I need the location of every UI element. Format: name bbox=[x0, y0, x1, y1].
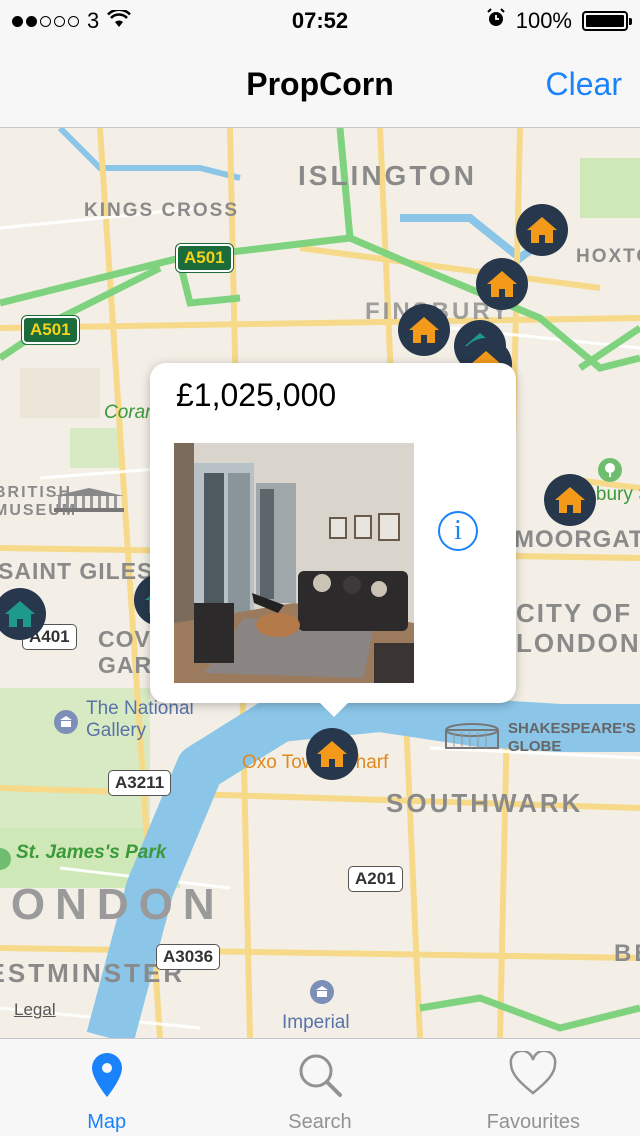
clear-button[interactable]: Clear bbox=[546, 66, 622, 103]
place-label: SHAKESPEARE'S GLOBE bbox=[508, 720, 636, 755]
property-photo[interactable] bbox=[174, 443, 414, 683]
property-price: £1,025,000 bbox=[176, 377, 337, 413]
tab-label: Map bbox=[87, 1111, 127, 1133]
tab-label: Favourites bbox=[486, 1111, 580, 1133]
alarm-icon bbox=[486, 8, 506, 34]
tab-search[interactable]: Search bbox=[213, 1039, 426, 1136]
area-label: COVENT GARDEN bbox=[98, 626, 203, 678]
road-tag: A201 bbox=[348, 866, 403, 892]
tab-label: Search bbox=[288, 1111, 352, 1133]
place-label: The National Gallery bbox=[86, 698, 194, 741]
place-label: St. James's Park bbox=[16, 842, 167, 863]
property-pin[interactable] bbox=[398, 304, 450, 356]
area-label: ISLINGTON bbox=[298, 160, 477, 191]
road-tag: A501 bbox=[22, 316, 79, 344]
navigation-bar: PropCorn Clear bbox=[0, 40, 640, 128]
battery-percent: 100% bbox=[515, 8, 572, 33]
map-pin-icon bbox=[89, 1051, 125, 1104]
area-label: CITY OF LONDON bbox=[516, 598, 640, 658]
tab-bar: Map Search Favourites bbox=[0, 1038, 640, 1136]
search-icon bbox=[294, 1051, 346, 1104]
tab-map[interactable]: Map bbox=[0, 1039, 213, 1136]
area-label: SAINT GILES bbox=[0, 558, 154, 584]
area-label: BRITISH MUSEUM bbox=[0, 484, 78, 519]
area-label: BE bbox=[614, 940, 640, 967]
property-pin[interactable] bbox=[476, 258, 528, 310]
area-label: LONDON bbox=[0, 880, 225, 929]
road-tag: A3211 bbox=[108, 770, 172, 796]
property-pin[interactable] bbox=[516, 204, 568, 256]
battery-icon bbox=[582, 11, 632, 31]
info-icon[interactable]: i bbox=[438, 511, 478, 551]
legal-link[interactable]: Legal bbox=[14, 1000, 56, 1020]
area-label: MOORGATE bbox=[514, 526, 640, 553]
area-label: HOXTON bbox=[576, 246, 640, 267]
tab-favourites[interactable]: Favourites bbox=[427, 1039, 640, 1136]
selected-property-pin[interactable] bbox=[306, 728, 358, 780]
property-pin[interactable] bbox=[544, 474, 596, 526]
area-label: KINGS CROSS bbox=[84, 200, 240, 221]
road-tag: A3036 bbox=[156, 944, 221, 970]
property-callout[interactable]: £1,025,000 i bbox=[150, 363, 516, 717]
page-title: PropCorn bbox=[246, 66, 394, 102]
status-bar: 3 07:52 100% bbox=[0, 0, 640, 40]
heart-icon bbox=[508, 1049, 558, 1102]
area-label: SOUTHWARK bbox=[386, 788, 584, 818]
place-label: Imperial bbox=[282, 1012, 350, 1033]
road-tag: A501 bbox=[176, 244, 233, 272]
